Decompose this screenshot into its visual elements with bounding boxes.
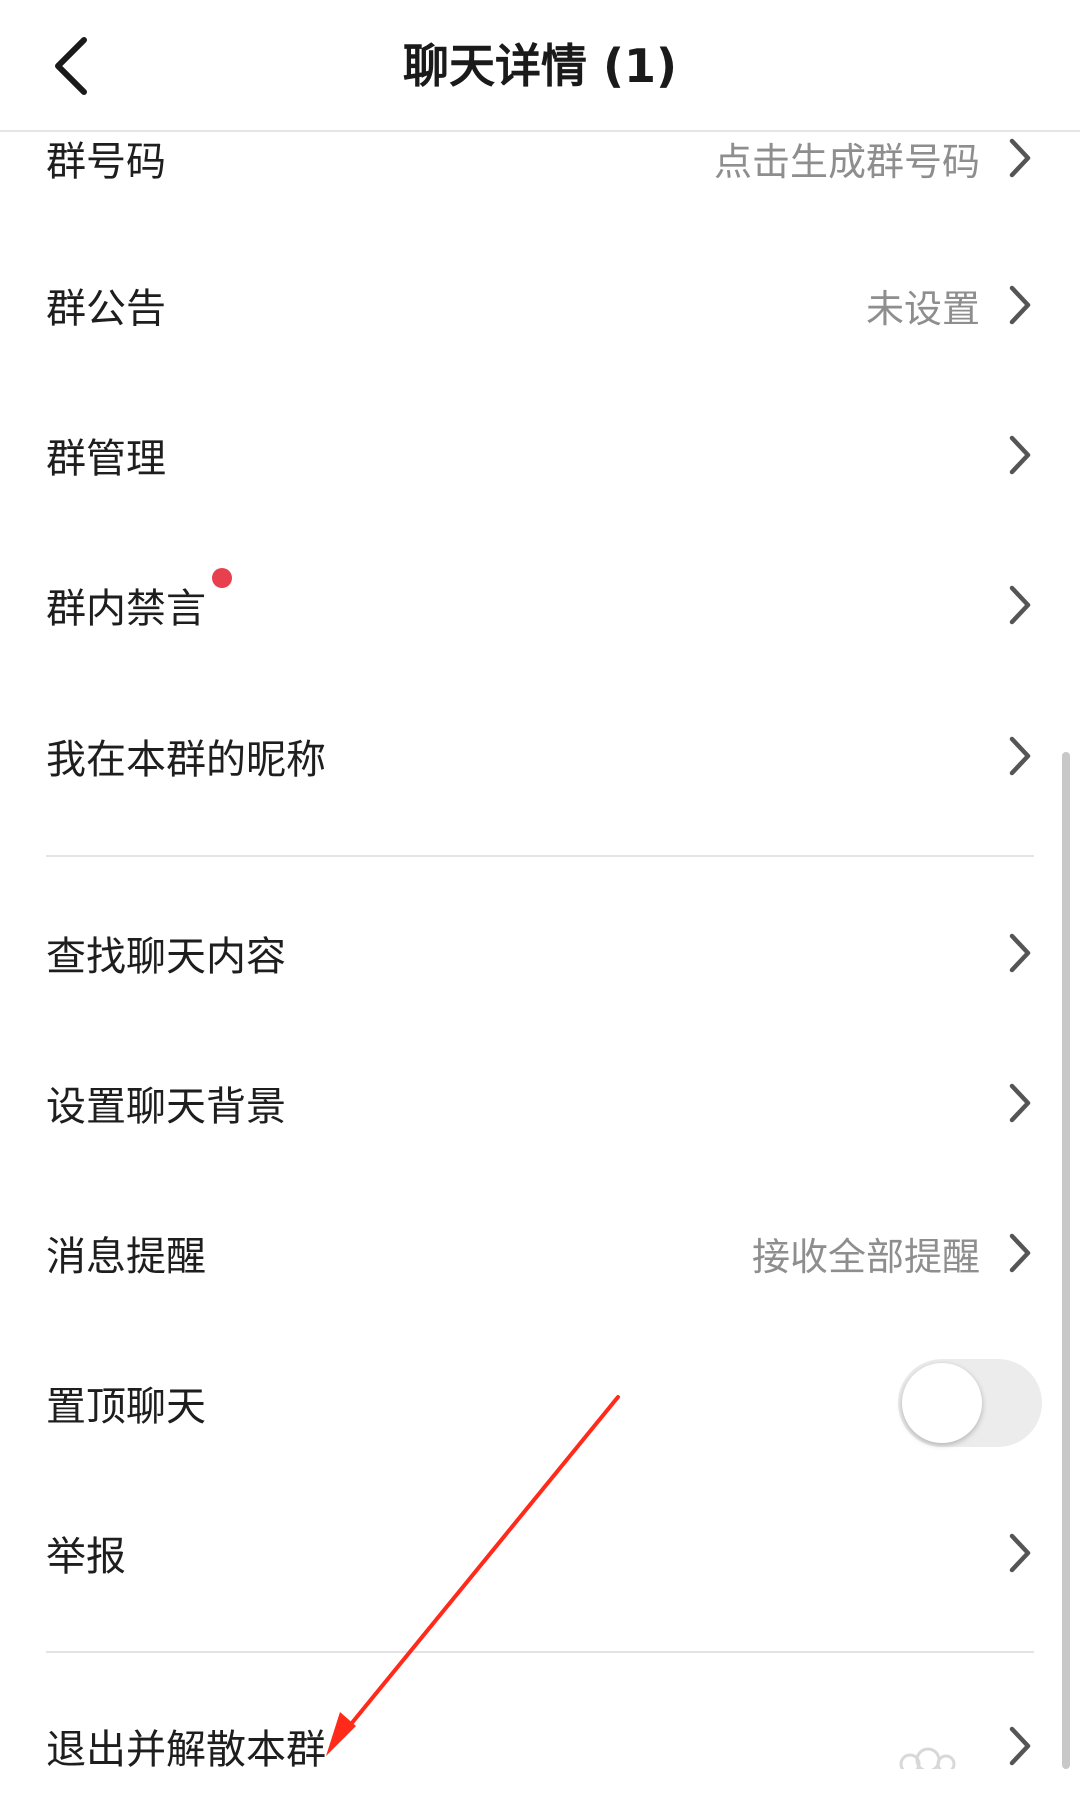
new-badge-dot bbox=[212, 568, 232, 588]
settings-list: 群号码 点击生成群号码 群公告 未设置 群管理 群内禁言 我在本群的昵称 查找聊… bbox=[0, 0, 1080, 1775]
group-number-value: 点击生成群号码 bbox=[713, 139, 980, 184]
quit-disband-label: 退出并解散本群 bbox=[46, 1727, 326, 1773]
chevron-right-icon bbox=[1006, 136, 1034, 180]
chevron-right-icon bbox=[1006, 433, 1034, 477]
group-mute-label: 群内禁言 bbox=[46, 568, 232, 634]
chevron-right-icon bbox=[1006, 1724, 1034, 1768]
chevron-right-icon bbox=[1006, 734, 1034, 778]
group-mute-text: 群内禁言 bbox=[46, 586, 206, 632]
report-label: 举报 bbox=[46, 1534, 126, 1580]
pin-chat-toggle[interactable] bbox=[898, 1359, 1042, 1447]
section-divider bbox=[46, 855, 1034, 857]
my-nickname-label: 我在本群的昵称 bbox=[46, 737, 326, 783]
chevron-right-icon bbox=[1006, 1081, 1034, 1125]
chevron-right-icon bbox=[1006, 931, 1034, 975]
notifications-label: 消息提醒 bbox=[46, 1234, 206, 1280]
page-title: 聊天详情 (1) bbox=[402, 39, 678, 93]
scrollbar[interactable] bbox=[1062, 752, 1070, 1769]
notifications-value: 接收全部提醒 bbox=[751, 1234, 980, 1279]
chevron-right-icon bbox=[1006, 1531, 1034, 1575]
chevron-right-icon bbox=[1006, 1231, 1034, 1275]
group-manage-row[interactable]: 群管理 bbox=[46, 395, 1034, 515]
group-mute-row[interactable]: 群内禁言 bbox=[46, 545, 1034, 665]
group-notice-value: 未设置 bbox=[865, 286, 980, 331]
report-row[interactable]: 举报 bbox=[46, 1493, 1034, 1613]
chat-background-row[interactable]: 设置聊天背景 bbox=[46, 1043, 1034, 1163]
pin-chat-label: 置顶聊天 bbox=[46, 1384, 206, 1430]
notifications-row[interactable]: 消息提醒 接收全部提醒 bbox=[46, 1193, 1034, 1313]
group-number-label: 群号码 bbox=[46, 139, 166, 185]
watermark-icon bbox=[890, 1742, 960, 1775]
chevron-right-icon bbox=[1006, 283, 1034, 327]
toggle-knob bbox=[902, 1363, 982, 1443]
pin-chat-row: 置顶聊天 bbox=[46, 1343, 1042, 1463]
section-divider bbox=[46, 1651, 1034, 1653]
group-notice-label: 群公告 bbox=[46, 286, 166, 332]
app-header: 聊天详情 (1) bbox=[0, 0, 1080, 132]
chevron-right-icon bbox=[1006, 583, 1034, 627]
group-notice-row[interactable]: 群公告 未设置 bbox=[46, 245, 1034, 365]
quit-disband-row[interactable]: 退出并解散本群 bbox=[46, 1686, 1034, 1806]
chat-background-label: 设置聊天背景 bbox=[46, 1084, 286, 1130]
search-history-row[interactable]: 查找聊天内容 bbox=[46, 893, 1034, 1013]
search-history-label: 查找聊天内容 bbox=[46, 934, 286, 980]
my-nickname-row[interactable]: 我在本群的昵称 bbox=[46, 696, 1034, 816]
group-manage-label: 群管理 bbox=[46, 436, 166, 482]
